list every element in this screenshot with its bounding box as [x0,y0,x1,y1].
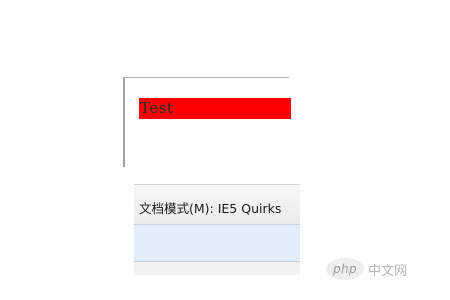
devtools-content-area [134,224,300,262]
page-render-frame: Test [123,77,291,167]
site-watermark: php 中文网 [326,256,407,282]
developer-tools-panel: 文档模式(M): IE5 Quirks [134,184,300,275]
watermark-site-name: 中文网 [368,263,408,279]
document-mode-menu[interactable]: 文档模式(M): IE5 Quirks [139,198,281,217]
test-text-block: Test [139,98,291,119]
document-mode-bar: 文档模式(M): IE5 Quirks [134,184,300,224]
php-logo-text: php [333,262,357,276]
devtools-footer [134,262,300,275]
php-logo: php [326,258,364,280]
